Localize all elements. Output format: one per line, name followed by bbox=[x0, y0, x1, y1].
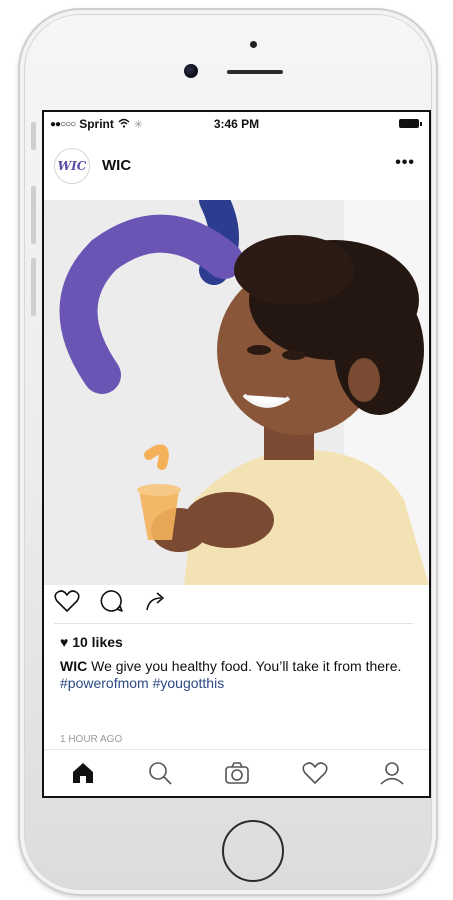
likes-label: 10 likes bbox=[72, 634, 123, 650]
volume-up-button bbox=[31, 186, 36, 244]
avatar[interactable]: WIC bbox=[54, 148, 90, 184]
volume-down-button bbox=[31, 258, 36, 316]
avatar-text: WIC bbox=[57, 159, 87, 173]
bottom-tab-bar bbox=[44, 749, 429, 796]
battery-icon bbox=[399, 119, 422, 128]
actions-divider bbox=[54, 623, 413, 624]
signal-dots: ●●○○○ bbox=[50, 118, 76, 130]
camera-icon bbox=[225, 762, 249, 784]
more-options-button[interactable]: ••• bbox=[395, 154, 415, 172]
post-timestamp: 1 HOUR AGO bbox=[60, 734, 123, 745]
likes-heart-icon: ♥ bbox=[60, 634, 69, 650]
wifi-icon bbox=[118, 117, 130, 131]
carrier-label: Sprint bbox=[79, 117, 114, 131]
status-bar: ●●○○○ Sprint ✳ 3:46 PM bbox=[44, 112, 429, 136]
comment-button[interactable] bbox=[100, 589, 124, 618]
comment-icon bbox=[100, 589, 123, 612]
caption-username[interactable]: WIC bbox=[60, 658, 87, 674]
home-icon bbox=[73, 763, 93, 783]
tab-profile[interactable] bbox=[379, 760, 405, 786]
caption-hashtags[interactable]: #powerofmom #yougotthis bbox=[60, 675, 224, 691]
front-sensor bbox=[250, 41, 257, 48]
status-time: 3:46 PM bbox=[213, 117, 260, 131]
share-icon bbox=[146, 591, 164, 610]
screen: ●●○○○ Sprint ✳ 3:46 PM WIC WIC ••• ♥ 10 … bbox=[42, 110, 431, 798]
tab-search[interactable] bbox=[147, 760, 173, 786]
home-button[interactable] bbox=[222, 820, 284, 882]
heart-icon bbox=[54, 589, 80, 612]
like-button[interactable] bbox=[54, 589, 80, 618]
post-photo-illustration bbox=[44, 200, 429, 585]
share-button[interactable] bbox=[144, 589, 168, 618]
profile-icon bbox=[380, 762, 404, 785]
likes-count[interactable]: ♥ 10 likes bbox=[60, 634, 123, 650]
post-photo[interactable] bbox=[44, 200, 429, 585]
caption-text: We give you healthy food. You’ll take it… bbox=[91, 658, 402, 674]
front-camera bbox=[184, 64, 198, 78]
heart-icon bbox=[302, 762, 328, 784]
tab-camera[interactable] bbox=[224, 760, 250, 786]
search-icon bbox=[149, 762, 172, 785]
post-header: WIC WIC ••• bbox=[44, 142, 429, 192]
post-actions bbox=[54, 589, 168, 618]
loading-icon: ✳ bbox=[133, 118, 144, 131]
tab-activity[interactable] bbox=[302, 760, 328, 786]
status-left: ●●○○○ Sprint ✳ bbox=[50, 117, 143, 131]
tab-home[interactable] bbox=[70, 760, 96, 786]
post-caption: WIC We give you healthy food. You’ll tak… bbox=[60, 658, 410, 692]
mute-switch bbox=[31, 122, 36, 150]
post-username[interactable]: WIC bbox=[102, 157, 131, 174]
earpiece-speaker bbox=[227, 70, 283, 74]
